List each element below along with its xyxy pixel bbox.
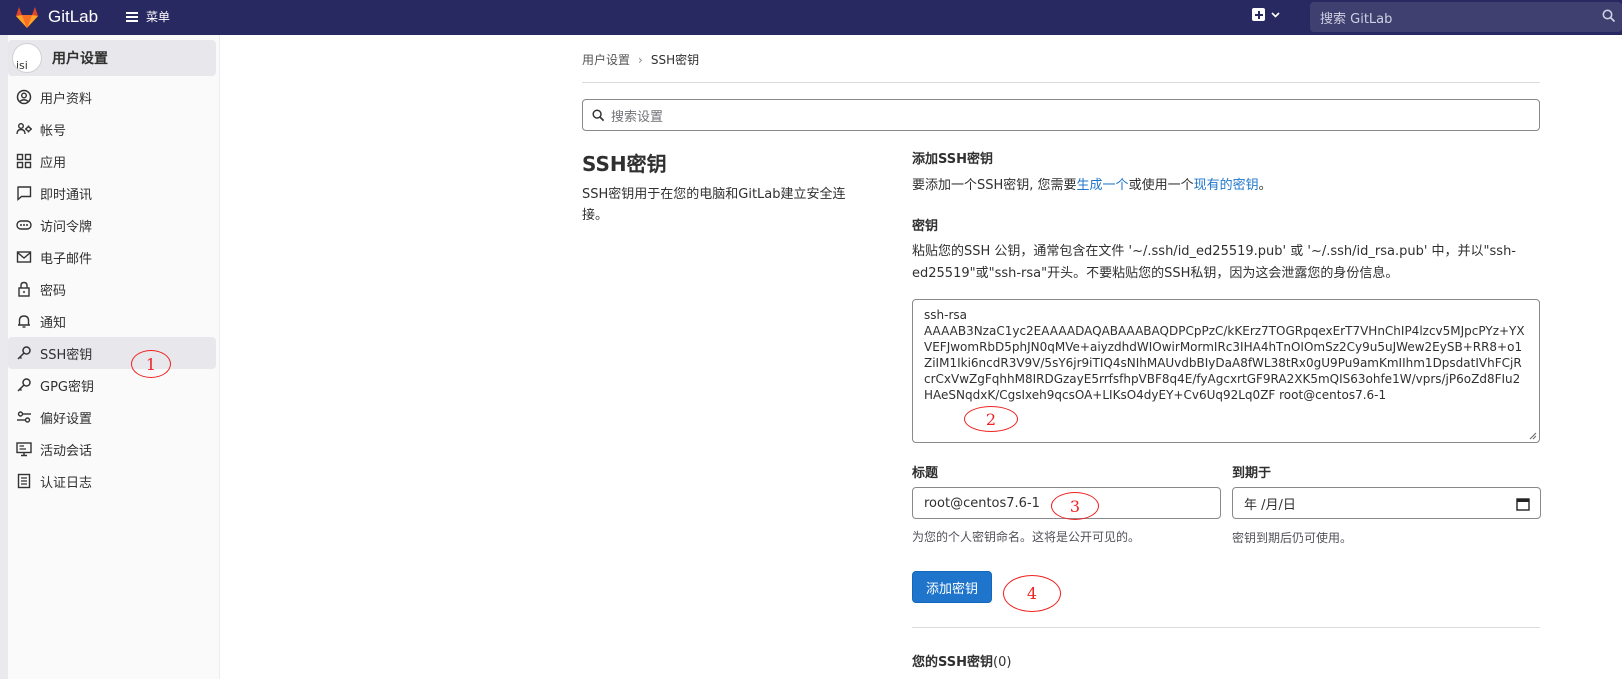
annotation-marker-2: 2 <box>964 406 1018 432</box>
avatar: isi <box>12 43 42 73</box>
applications-icon <box>16 153 32 169</box>
sidebar-nav: 用户资料 帐号 应用 即时通讯 访问令牌 电子邮件 密码 通知 SSH密钥 GP… <box>8 81 216 497</box>
add-key-intro: 要添加一个SSH密钥, 您需要生成一个或使用一个现有的密钥。 <box>912 175 1540 197</box>
breadcrumb: 用户设置 › SSH密钥 <box>582 51 699 68</box>
sidebar-item-label: 认证日志 <box>40 475 93 491</box>
key-help-text: 粘贴您的SSH 公钥，通常包含在文件 '~/.ssh/id_ed25519.pu… <box>912 244 1516 281</box>
menu-label: 菜单 <box>146 10 171 24</box>
new-dropdown-button[interactable] <box>1252 8 1280 21</box>
breadcrumb-separator: › <box>638 52 643 67</box>
hamburger-icon <box>126 11 138 22</box>
top-navbar: GitLab 菜单 搜索 GitLab <box>0 0 1622 35</box>
global-search-placeholder: 搜索 GitLab <box>1320 11 1393 27</box>
sidebar-item-label: 电子邮件 <box>40 251 93 267</box>
sidebar-item-password[interactable]: 密码 <box>8 273 216 305</box>
title-label: 标题 <box>912 466 939 481</box>
menu-button[interactable]: 菜单 <box>126 8 170 25</box>
bell-icon <box>18 315 30 328</box>
sidebar-header[interactable]: isi 用户设置 <box>8 40 216 76</box>
expires-help-text: 密钥到期后仍可使用。 <box>1232 531 1353 545</box>
divider <box>582 82 1540 83</box>
key-icon <box>17 346 31 360</box>
sidebar-item-profile[interactable]: 用户资料 <box>8 81 216 113</box>
account-icon <box>16 123 32 135</box>
log-icon <box>17 473 31 489</box>
brand-name[interactable]: GitLab <box>48 7 98 27</box>
calendar-icon[interactable] <box>1516 497 1530 511</box>
sidebar-item-notifications[interactable]: 通知 <box>8 305 216 337</box>
section-title: SSH密钥 <box>582 152 667 176</box>
token-icon <box>16 220 32 230</box>
search-icon <box>1602 9 1616 23</box>
title-input-value: root@centos7.6-1 <box>924 495 1040 511</box>
annotation-marker-1: 1 <box>131 350 171 378</box>
monitor-icon <box>16 442 32 457</box>
resize-handle-icon[interactable] <box>1529 432 1537 440</box>
section-description: SSH密钥用于在您的电脑和GitLab建立安全连接。 <box>582 187 846 223</box>
sidebar-item-label: GPG密钥 <box>40 379 94 395</box>
gitlab-logo-icon[interactable] <box>14 4 40 30</box>
expires-label: 到期于 <box>1232 466 1272 481</box>
sidebar-header-label: 用户设置 <box>52 51 108 67</box>
your-ssh-keys-count: (0) <box>993 655 1012 670</box>
your-ssh-keys-label: 您的SSH密钥 <box>912 655 994 670</box>
sidebar-item-label: 帐号 <box>40 123 67 139</box>
annotation-marker-4: 4 <box>1003 575 1061 612</box>
sidebar-item-label: 访问令牌 <box>40 219 93 235</box>
sidebar-item-ssh-keys[interactable]: SSH密钥 <box>8 337 216 369</box>
search-icon <box>592 109 605 122</box>
sidebar-item-label: SSH密钥 <box>40 347 93 363</box>
generate-key-link[interactable]: 生成一个 <box>1077 178 1129 193</box>
sidebar-item-label: 密码 <box>40 283 67 299</box>
sidebar-item-chat[interactable]: 即时通讯 <box>8 177 216 209</box>
sidebar-item-label: 活动会话 <box>40 443 93 459</box>
sidebar: isi 用户设置 用户资料 帐号 应用 即时通讯 访问令牌 电子邮件 密码 通知… <box>0 35 220 679</box>
preferences-icon <box>17 411 31 423</box>
chat-icon <box>17 186 32 201</box>
divider <box>912 627 1540 628</box>
sidebar-item-label: 用户资料 <box>40 91 93 107</box>
breadcrumb-current[interactable]: SSH密钥 <box>651 51 699 68</box>
sidebar-item-gpg-keys[interactable]: GPG密钥 <box>8 369 216 401</box>
global-search-input[interactable]: 搜索 GitLab <box>1310 2 1622 32</box>
sidebar-item-label: 偏好设置 <box>40 411 93 427</box>
lock-icon <box>18 281 30 297</box>
key-textarea-line1: ssh-rsa <box>924 308 967 322</box>
existing-key-link[interactable]: 现有的密钥 <box>1194 178 1259 193</box>
title-help-text: 为您的个人密钥命名。这将是公开可见的。 <box>912 530 1141 544</box>
sidebar-item-auth-log[interactable]: 认证日志 <box>8 465 216 497</box>
your-ssh-keys-heading: 您的SSH密钥(0) <box>912 651 1011 670</box>
key-label: 密钥 <box>912 219 939 234</box>
sidebar-item-preferences[interactable]: 偏好设置 <box>8 401 216 433</box>
add-key-button[interactable]: 添加密钥 <box>912 571 992 603</box>
expires-date-input[interactable]: 年 /月/日 <box>1232 487 1541 519</box>
sidebar-item-label: 通知 <box>40 315 67 331</box>
sidebar-item-label: 即时通讯 <box>40 187 93 203</box>
add-key-intro-text: 或使用一个 <box>1128 178 1194 193</box>
annotation-marker-3: 3 <box>1051 492 1099 520</box>
key-icon <box>17 378 31 392</box>
add-key-intro-text: 。 <box>1258 178 1272 193</box>
sidebar-item-active-sessions[interactable]: 活动会话 <box>8 433 216 465</box>
chevron-down-icon <box>1271 11 1280 18</box>
sidebar-item-applications[interactable]: 应用 <box>8 145 216 177</box>
profile-icon <box>16 89 32 105</box>
settings-search-placeholder: 搜索设置 <box>611 109 664 125</box>
add-key-intro-text: 要添加一个SSH密钥, 您需要 <box>912 178 1077 193</box>
sidebar-item-emails[interactable]: 电子邮件 <box>8 241 216 273</box>
expires-input-value: 年 /月/日 <box>1244 497 1296 513</box>
key-textarea-value: AAAAB3NzaC1yc2EAAAADAQABAAABAQDPCpPzC/kK… <box>924 324 1525 402</box>
breadcrumb-parent[interactable]: 用户设置 <box>582 51 630 68</box>
sidebar-item-account[interactable]: 帐号 <box>8 113 216 145</box>
mail-icon <box>16 251 32 263</box>
plus-icon <box>1252 8 1265 21</box>
sidebar-item-access-tokens[interactable]: 访问令牌 <box>8 209 216 241</box>
settings-search-input[interactable]: 搜索设置 <box>582 99 1540 131</box>
sidebar-item-label: 应用 <box>40 155 67 171</box>
add-key-heading: 添加SSH密钥 <box>912 152 994 167</box>
